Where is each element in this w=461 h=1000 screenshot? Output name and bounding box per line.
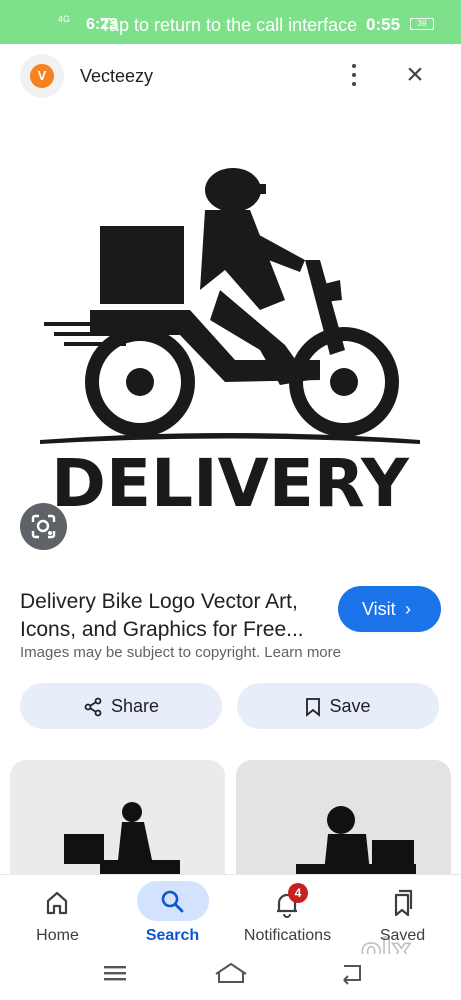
delivery-box [100, 226, 184, 304]
visit-button[interactable]: Visit › [338, 586, 441, 632]
saved-icon [394, 889, 413, 917]
status-bar[interactable]: 4G 6:23 Tap to return to the call interf… [0, 0, 461, 44]
save-button[interactable]: Save [237, 683, 439, 729]
nav-home[interactable]: Home [0, 875, 115, 955]
network-indicator: 4G [58, 14, 71, 24]
close-icon[interactable]: × [400, 60, 430, 91]
result-header: V Vecteezy × [0, 44, 461, 108]
more-vert-icon[interactable] [341, 58, 367, 92]
share-button[interactable]: Share [20, 683, 222, 729]
delivery-logo-image[interactable]: DELIVERY [20, 150, 441, 530]
search-icon [137, 881, 209, 921]
call-banner[interactable]: Tap to return to the call interface [100, 15, 357, 36]
notification-badge: 4 [288, 883, 308, 903]
save-label: Save [329, 696, 371, 716]
lens-icon [31, 514, 56, 539]
delivery-wordmark: DELIVERY [51, 445, 410, 522]
home-nav-icon[interactable] [215, 962, 247, 983]
home-icon [46, 891, 68, 915]
battery-icon: 39 [410, 18, 434, 30]
system-navigation-bar [0, 954, 461, 1000]
vecteezy-logo-icon: V [30, 64, 54, 88]
result-title[interactable]: Delivery Bike Logo Vector Art, Icons, an… [20, 588, 320, 644]
chevron-right-icon: › [405, 599, 411, 619]
delivery-rider-thumbnail-image [64, 802, 180, 880]
site-name[interactable]: Vecteezy [80, 66, 153, 87]
visit-label: Visit [362, 599, 396, 619]
nav-home-label: Home [36, 927, 79, 944]
call-timer: 0:55 [366, 15, 401, 34]
related-image-thumbnail[interactable] [10, 760, 225, 880]
bookmark-icon [306, 698, 321, 718]
recent-apps-icon[interactable] [104, 966, 126, 981]
site-logo[interactable]: V [20, 54, 64, 98]
related-image-thumbnail[interactable] [236, 760, 451, 880]
back-icon[interactable] [343, 965, 361, 985]
nav-notifications[interactable]: 4 Notifications [230, 875, 345, 955]
delivery-rider-thumbnail-image [296, 806, 416, 880]
share-label: Share [110, 696, 160, 716]
nav-search[interactable]: Search [115, 875, 230, 955]
nav-search-label: Search [145, 927, 200, 944]
lens-search-button[interactable] [20, 503, 67, 550]
copyright-notice[interactable]: Images may be subject to copyright. Lear… [20, 644, 341, 661]
nav-notifications-label: Notifications [243, 927, 332, 944]
share-icon [84, 697, 102, 717]
